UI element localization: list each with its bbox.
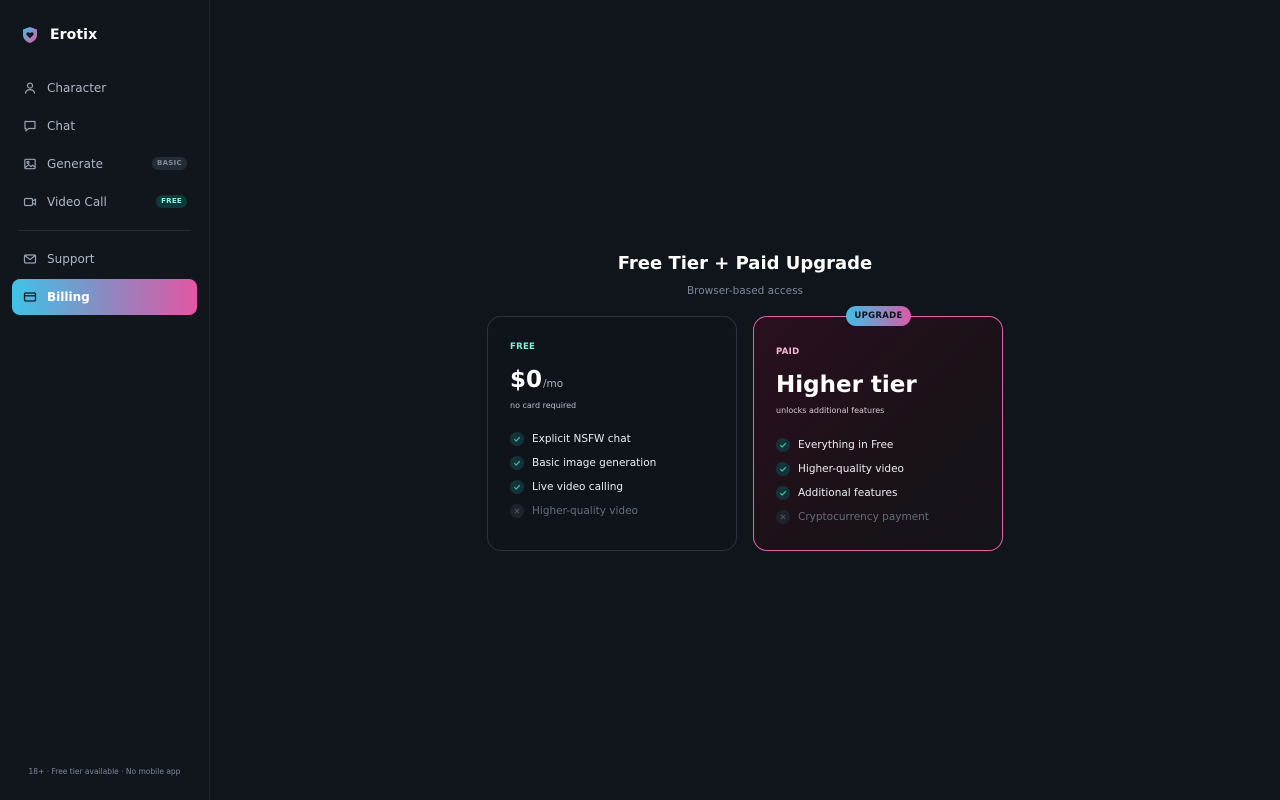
mail-icon — [23, 252, 37, 266]
sidebar-item-label: Character — [47, 81, 107, 95]
feature-text: Cryptocurrency payment — [798, 511, 929, 523]
sidebar-item-label: Generate — [47, 157, 104, 171]
sidebar-item-label: Support — [47, 252, 95, 266]
feature-item: Basic image generation — [510, 451, 656, 475]
plan-badge: FREE — [156, 195, 187, 208]
page-title: Free Tier + Paid Upgrade — [617, 253, 873, 274]
feature-item: Everything in Free — [776, 433, 929, 457]
price-amount: $0 — [510, 367, 543, 393]
feature-text: Additional features — [798, 487, 898, 499]
check-icon — [776, 462, 790, 476]
feature-item: Additional features — [776, 481, 929, 505]
sidebar-item-generate[interactable]: Generate BASIC — [12, 146, 197, 182]
free-plan-card[interactable]: FREE $0 /mo no card required Explicit NS… — [487, 316, 737, 551]
video-camera-icon — [23, 195, 37, 209]
sidebar-item-label: Billing — [47, 290, 90, 304]
heart-shield-icon — [23, 27, 37, 43]
feature-item: Explicit NSFW chat — [510, 427, 656, 451]
image-icon — [23, 157, 37, 171]
price-unit: /mo — [543, 378, 564, 390]
sidebar-item-label: Video Call — [47, 195, 107, 209]
feature-item: Higher-quality video — [776, 457, 929, 481]
cross-icon — [776, 510, 790, 524]
sidebar-item-label: Chat — [47, 119, 76, 133]
sidebar-item-character[interactable]: Character — [12, 70, 197, 106]
feature-text: Basic image generation — [532, 457, 657, 469]
credit-card-icon — [23, 290, 37, 304]
upgrade-badge: UPGRADE — [846, 306, 911, 326]
feature-item: Cryptocurrency payment — [776, 505, 929, 529]
check-icon — [510, 480, 524, 494]
check-icon — [776, 486, 790, 500]
price-note: no card required — [510, 401, 577, 410]
plan-title: Higher tier — [776, 372, 917, 398]
feature-text: Live video calling — [532, 481, 624, 493]
feature-list: Explicit NSFW chat Basic image generatio… — [510, 427, 656, 523]
brand-name: Erotix — [50, 27, 98, 43]
chat-bubble-icon — [23, 119, 37, 133]
plan-note: unlocks additional features — [776, 406, 885, 415]
sidebar-footer: 18+ · Free tier available · No mobile ap… — [28, 767, 181, 776]
tier-tag: FREE — [510, 342, 536, 352]
sidebar: Erotix Character Chat Generate BASIC Vid… — [0, 0, 210, 800]
plan-badge: BASIC — [151, 157, 187, 170]
cross-icon — [510, 504, 524, 518]
paid-plan-card[interactable]: UPGRADE PAID Higher tier unlocks additio… — [753, 306, 1003, 551]
feature-item: Live video calling — [510, 475, 656, 499]
price: $0 /mo — [510, 367, 563, 393]
check-icon — [510, 456, 524, 470]
check-icon — [510, 432, 524, 446]
page-subtitle: Browser-based access — [686, 285, 804, 297]
feature-text: Higher-quality video — [532, 505, 638, 517]
sidebar-item-billing[interactable]: Billing — [12, 279, 197, 315]
feature-list: Everything in Free Higher-quality video … — [776, 433, 929, 529]
sidebar-item-video-call[interactable]: Video Call FREE — [12, 184, 197, 220]
user-icon — [23, 81, 37, 95]
sidebar-item-support[interactable]: Support — [12, 241, 197, 277]
brand[interactable]: Erotix — [22, 25, 97, 45]
feature-item: Higher-quality video — [510, 499, 656, 523]
feature-text: Higher-quality video — [798, 463, 904, 475]
tier-tag: PAID — [776, 347, 800, 357]
feature-text: Everything in Free — [798, 439, 894, 451]
check-icon — [776, 438, 790, 452]
feature-text: Explicit NSFW chat — [532, 433, 631, 445]
sidebar-item-chat[interactable]: Chat — [12, 108, 197, 144]
nav-divider — [18, 230, 191, 231]
